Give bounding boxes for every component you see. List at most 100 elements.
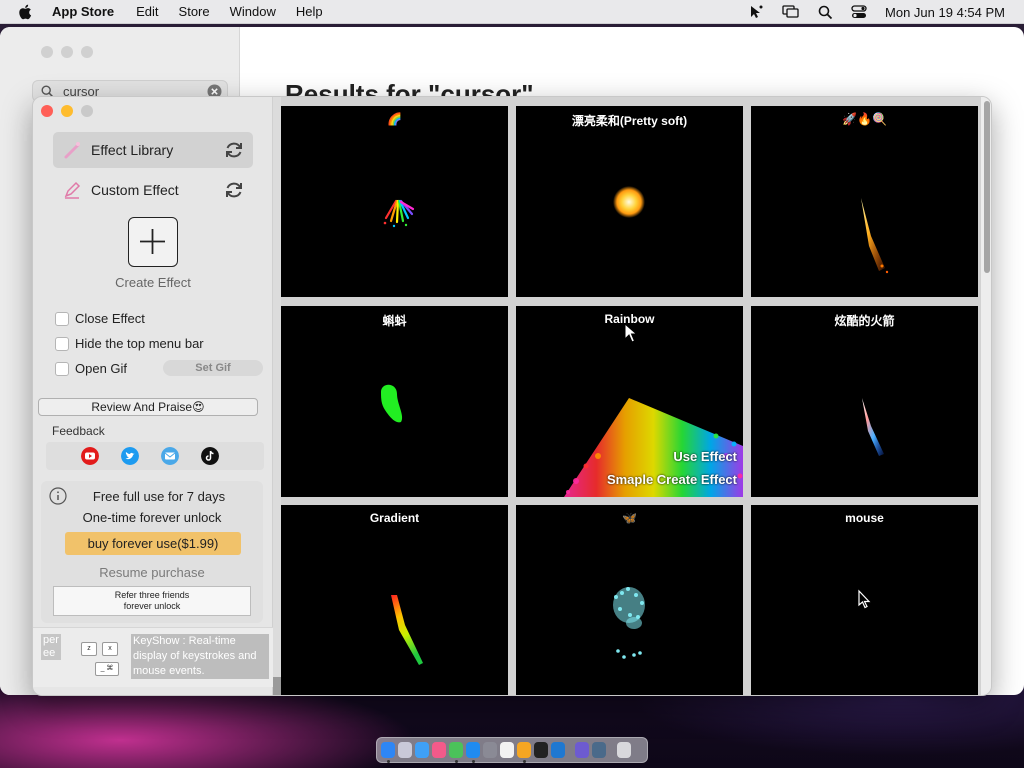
hide-menu-bar-option[interactable]: Hide the top menu bar [55,336,204,351]
close-effect-checkbox[interactable] [55,311,69,326]
hide-menu-bar-label: Hide the top menu bar [75,336,204,351]
effect-tile-rainbow[interactable]: Rainbow Use Effect Smaple Create Effect [516,306,743,497]
effect-grid-scrollbar[interactable] [981,97,991,695]
zoom-button[interactable] [81,105,93,117]
twitter-icon[interactable] [121,447,139,465]
sidebar-scrollbar-thumb[interactable] [273,677,281,695]
blue-rocket-effect [862,398,884,456]
refresh-icon[interactable] [223,139,245,161]
cursor-effect-status-icon[interactable] [748,4,764,20]
apple-menu-icon[interactable] [18,0,38,24]
resume-purchase-button[interactable]: Resume purchase [41,565,263,580]
tadpole-effect [381,384,403,423]
tiktok-icon[interactable] [201,447,219,465]
menu-store[interactable]: Store [179,4,210,19]
pencil-icon [61,179,83,201]
sidebar: Effect Library Custom Effect Create Effe… [33,97,273,695]
running-indicator [472,760,475,763]
glow-orb-effect [613,186,645,218]
control-center-icon[interactable] [851,5,867,19]
butterfly-particles-effect [613,587,645,659]
effect-tile-pretty-soft[interactable]: 漂亮柔和(Pretty soft) [516,106,743,297]
effect-title: 漂亮柔和(Pretty soft) [571,114,688,128]
open-gif-checkbox[interactable] [55,361,69,376]
effect-library-icon [61,139,83,161]
close-button[interactable] [41,46,53,58]
effect-title: 🚀🔥🍭 [842,112,887,126]
gradient-trail-effect [391,595,423,665]
spotlight-search-icon[interactable] [818,5,833,20]
rainbow-spray-effect [383,199,415,228]
promo-partial-line-1: per [43,634,59,646]
effect-tile-cool-rocket[interactable]: 炫酷的火箭 [751,306,978,497]
hide-menu-bar-checkbox[interactable] [55,336,69,351]
menu-bar-clock[interactable]: Mon Jun 19 4:54 PM [885,5,1005,20]
safari-icon[interactable] [415,742,429,758]
effect-tile-tadpole[interactable]: 蝌蚪 [281,306,508,497]
nav-effect-library-label: Effect Library [91,142,174,158]
create-effect-button[interactable] [128,217,178,267]
effect-tile-mouse[interactable]: mouse [751,505,978,695]
open-gif-option[interactable]: Open Gif [55,361,127,376]
cursor-effect-app-icon[interactable] [517,742,531,758]
effect-tile-rocket-fire[interactable]: 🚀🔥🍭 [751,106,978,297]
nav-effect-library[interactable]: Effect Library [53,132,253,168]
nav-custom-effect-label: Custom Effect [91,182,179,198]
nav-custom-effect[interactable]: Custom Effect [53,172,253,208]
textedit-icon[interactable] [500,742,514,758]
fire-trail-effect [861,198,889,274]
feedback-links [46,442,264,470]
set-gif-button[interactable]: Set Gif [163,360,263,376]
zoom-button[interactable] [81,46,93,58]
app-store-icon[interactable] [466,742,480,758]
refresh-icon[interactable] [223,179,245,201]
plus-icon [140,229,165,254]
refer-friends-button[interactable]: Refer three friends forever unlock [53,586,251,616]
effect-tile-gradient[interactable]: Gradient [281,505,508,695]
menu-edit[interactable]: Edit [136,4,158,19]
purchase-panel: Free full use for 7 days One-time foreve… [41,481,263,623]
launchpad-icon[interactable] [398,742,412,758]
minimize-button[interactable] [61,105,73,117]
preview-icon[interactable] [592,742,606,758]
downloads-icon[interactable] [575,742,589,758]
buy-forever-button[interactable]: buy forever use($1.99) [65,532,241,555]
key-z-icon: z [81,642,97,656]
finder-icon[interactable] [381,742,395,758]
trash-icon[interactable] [617,742,631,758]
running-indicator [455,760,458,763]
system-settings-icon[interactable] [483,742,497,758]
chrome-icon[interactable] [449,742,463,758]
dock [376,737,648,763]
effect-tile-rainbow-emoji[interactable]: 🌈 [281,106,508,297]
sidebar-scrollbar[interactable] [273,97,281,695]
menu-help[interactable]: Help [296,4,323,19]
close-button[interactable] [41,105,53,117]
email-icon[interactable] [161,447,179,465]
running-indicator [523,760,526,763]
menu-window[interactable]: Window [230,4,276,19]
effect-grid-scrollbar-thumb[interactable] [984,101,990,273]
keyshow-promo-banner[interactable]: per ee z x _ ⌘ KeyShow : Real-time displ… [33,627,273,687]
close-effect-option[interactable]: Close Effect [55,311,145,326]
effect-title: 炫酷的火箭 [834,314,895,328]
youtube-icon[interactable] [81,447,99,465]
promo-partial-text: per ee [41,634,61,660]
key-command-icon: _ ⌘ [95,662,119,676]
effect-tile-butterfly[interactable]: 🦋 [516,505,743,695]
effect-title: Gradient [369,511,420,525]
menu-app-name[interactable]: App Store [52,4,114,19]
vscode-icon[interactable] [551,742,565,758]
minimize-button[interactable] [61,46,73,58]
feedback-label: Feedback [52,424,105,438]
screen-mirroring-icon[interactable] [782,5,800,19]
menu-bar: App Store Edit Store Window Help Mon Jun… [0,0,1024,24]
open-gif-label: Open Gif [75,361,128,376]
review-and-praise-button[interactable]: Review And Praise😍 [38,398,258,416]
create-effect-label: Create Effect [115,275,191,290]
terminal-icon[interactable] [534,742,548,758]
photos-icon[interactable] [432,742,446,758]
use-effect-button[interactable]: Use Effect [673,449,737,464]
sample-create-effect-button[interactable]: Smaple Create Effect [607,472,737,487]
promo-partial-line-2: ee [43,647,56,659]
